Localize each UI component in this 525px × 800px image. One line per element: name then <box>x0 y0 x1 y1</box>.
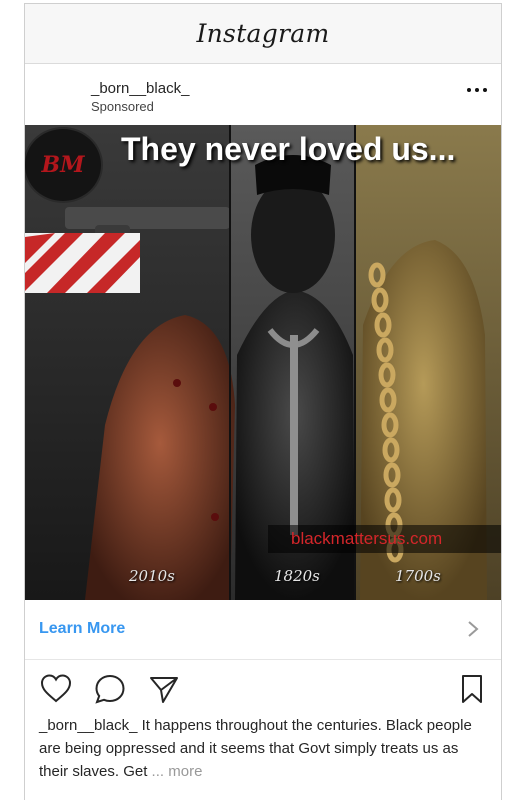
sponsored-label: Sponsored <box>91 99 154 114</box>
image-url-overlay: blackmattersus.com <box>291 529 443 548</box>
caption-more-link[interactable]: more <box>168 763 202 780</box>
caption-username[interactable]: _born__black_ <box>39 717 137 734</box>
image-headline: They never loved us... <box>121 131 456 167</box>
chevron-right-icon[interactable] <box>467 620 479 638</box>
post-actions <box>25 668 501 712</box>
instagram-frame: Instagram _born__black_ Sponsored BM The… <box>24 3 502 800</box>
app-header: Instagram <box>25 4 501 64</box>
comment-icon[interactable] <box>93 672 127 706</box>
post-header: _born__black_ Sponsored <box>25 64 501 124</box>
post-image[interactable]: BM They never loved us... blackmattersus… <box>25 125 501 600</box>
paper-plane-icon[interactable] <box>147 672 181 706</box>
instagram-logo[interactable]: Instagram <box>196 19 329 48</box>
bookmark-icon[interactable] <box>455 672 489 706</box>
heart-icon[interactable] <box>39 672 73 706</box>
badge-text: BM <box>41 152 85 178</box>
learn-more-link[interactable]: Learn More <box>39 620 125 638</box>
post-caption: _born__black_ It happens throughout the … <box>39 714 489 783</box>
bm-logo-badge: BM <box>25 127 103 203</box>
era-label-2010s: 2010s <box>129 567 175 585</box>
caption-ellipsis: ... <box>147 763 169 780</box>
post-username[interactable]: _born__black_ <box>91 80 189 97</box>
era-label-1820s: 1820s <box>274 567 320 585</box>
era-label-1700s: 1700s <box>395 567 441 585</box>
more-options-icon[interactable] <box>467 88 487 94</box>
learn-more-bar[interactable]: Learn More <box>25 600 501 660</box>
